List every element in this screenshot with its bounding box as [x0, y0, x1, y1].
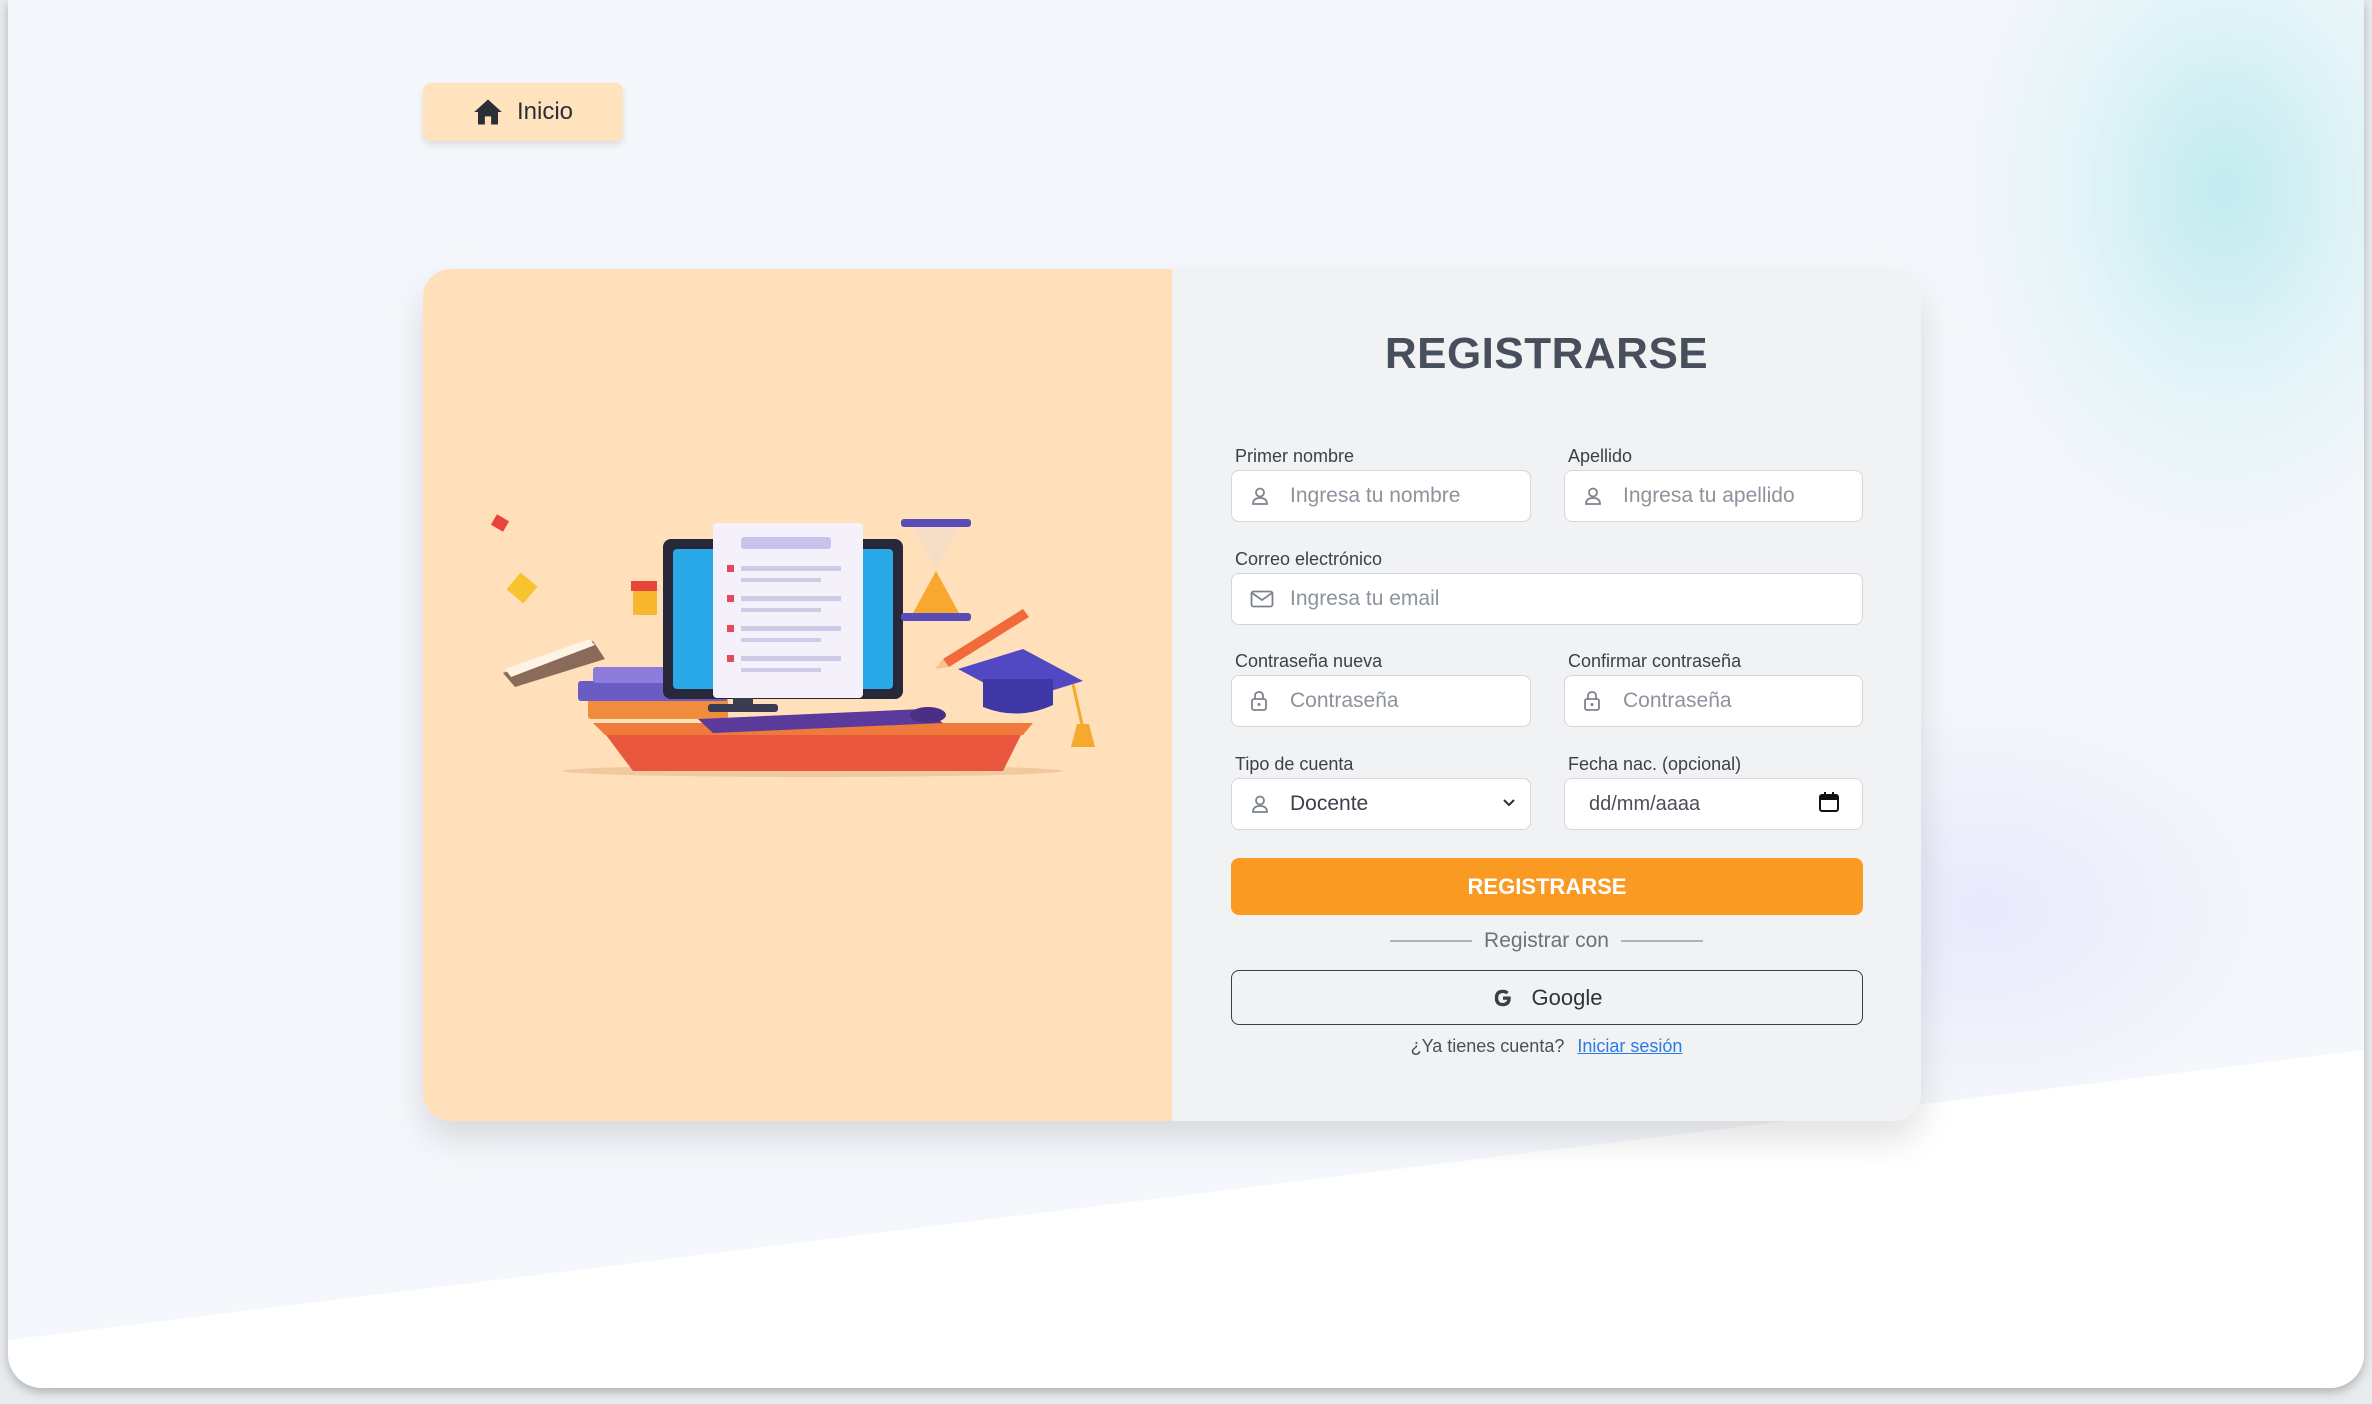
home-icon: [474, 99, 502, 125]
divider-line-left: [1390, 940, 1473, 942]
mail-icon: [1250, 590, 1276, 608]
google-button[interactable]: Google: [1231, 970, 1863, 1025]
divider-line-right: [1620, 940, 1703, 942]
last-name-label: Apellido: [1568, 446, 1633, 466]
login-prompt-text: ¿Ya tienes cuenta?: [1410, 1036, 1565, 1056]
user-icon: [1250, 794, 1276, 814]
user-icon: [1583, 486, 1609, 506]
home-button[interactable]: Inicio: [423, 83, 623, 141]
home-button-label: Inicio: [516, 98, 574, 125]
password-placeholder: Contraseña: [1290, 689, 1399, 712]
confirm-password-field[interactable]: Contraseña: [1564, 675, 1863, 727]
divider-text: Registrar con: [1484, 929, 1609, 952]
password-field[interactable]: Contraseña: [1231, 675, 1531, 727]
google-icon: [1494, 989, 1511, 1006]
birthdate-label: Fecha nac. (opcional): [1568, 754, 1742, 774]
calendar-icon[interactable]: [1818, 791, 1840, 818]
account-type-value: Docente: [1290, 792, 1369, 815]
user-icon: [1250, 486, 1276, 506]
email-placeholder: Ingresa tu email: [1290, 587, 1440, 610]
divider: Registrar con: [1172, 929, 1921, 953]
password-label: Contraseña nueva: [1235, 651, 1383, 671]
confirm-password-label: Confirmar contraseña: [1568, 651, 1742, 671]
last-name-field[interactable]: Ingresa tu apellido: [1564, 470, 1863, 522]
account-type-select[interactable]: Docente: [1231, 778, 1531, 830]
chevron-down-icon: [1502, 795, 1516, 813]
last-name-placeholder: Ingresa tu apellido: [1623, 484, 1795, 507]
login-prompt-row: ¿Ya tienes cuenta? Iniciar sesión: [1172, 1036, 1921, 1057]
email-label: Correo electrónico: [1235, 549, 1383, 569]
first-name-field[interactable]: Ingresa tu nombre: [1231, 470, 1531, 522]
login-link[interactable]: Iniciar sesión: [1577, 1036, 1682, 1056]
birthdate-field[interactable]: dd/mm/aaaa: [1564, 778, 1863, 830]
education-illustration: [490, 514, 1095, 777]
google-button-label: Google: [1531, 984, 1603, 1010]
account-type-label: Tipo de cuenta: [1235, 754, 1354, 774]
lock-icon: [1250, 690, 1276, 712]
form-panel: REGISTRARSE Primer nombre Ingresa tu nom…: [1172, 269, 1921, 1121]
first-name-label: Primer nombre: [1235, 446, 1355, 466]
confirm-password-placeholder: Contraseña: [1623, 689, 1732, 712]
app-window: Inicio REGISTRARSE Primer nombre Ingresa…: [8, 0, 2364, 1388]
page-title: REGISTRARSE: [1384, 329, 1709, 378]
illustration-panel: [423, 269, 1172, 1121]
first-name-placeholder: Ingresa tu nombre: [1290, 484, 1461, 507]
lock-icon: [1583, 690, 1609, 712]
email-field[interactable]: Ingresa tu email: [1231, 573, 1863, 625]
birthdate-placeholder: dd/mm/aaaa: [1589, 792, 1701, 815]
register-button[interactable]: REGISTRARSE: [1231, 858, 1863, 915]
register-card: REGISTRARSE Primer nombre Ingresa tu nom…: [423, 269, 1921, 1121]
